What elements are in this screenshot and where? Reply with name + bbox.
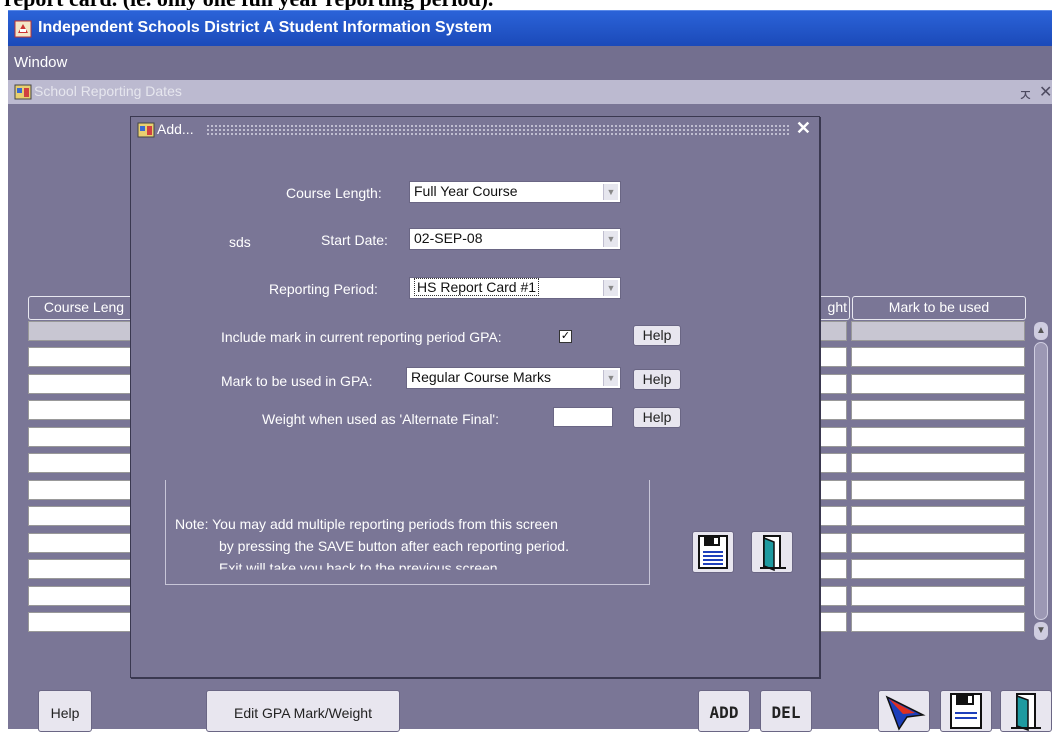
grid-scrollbar-thumb[interactable] xyxy=(1034,342,1048,620)
save-button-bottom[interactable] xyxy=(940,690,992,732)
sds-label: sds xyxy=(229,234,251,250)
scroll-up-icon[interactable]: ▲ xyxy=(1034,322,1048,340)
grid-cell[interactable] xyxy=(28,453,132,473)
grid-cell[interactable] xyxy=(851,374,1025,394)
dialog-titlebar: Add... ✕ xyxy=(131,117,819,143)
grid-cell[interactable] xyxy=(28,506,132,526)
reporting-period-value: HS Report Card #1 xyxy=(414,278,540,296)
reporting-period-label: Reporting Period: xyxy=(269,281,378,297)
grid-cell[interactable] xyxy=(818,453,847,473)
column-header-mark-used: Mark to be used xyxy=(852,296,1026,320)
course-length-value: Full Year Course xyxy=(414,183,518,199)
app-logo-icon xyxy=(14,20,32,38)
grid-cell[interactable] xyxy=(851,400,1025,420)
dialog-title: Add... xyxy=(157,121,194,137)
grid-cell[interactable] xyxy=(28,586,132,606)
grid-cell[interactable] xyxy=(851,612,1025,632)
column-header-course-length: Course Leng xyxy=(28,296,140,320)
note-line-1: Note: You may add multiple reporting per… xyxy=(175,516,558,532)
dialog-title-dots xyxy=(206,124,789,136)
grid-cell[interactable] xyxy=(818,347,847,367)
grid-cell[interactable] xyxy=(851,427,1025,447)
grid-cell[interactable] xyxy=(818,586,847,606)
mark-gpa-label: Mark to be used in GPA: xyxy=(221,373,373,389)
grid-cell[interactable] xyxy=(28,427,132,447)
grid-cell[interactable] xyxy=(28,559,132,579)
grid-cell[interactable] xyxy=(851,559,1025,579)
grid-cell[interactable] xyxy=(818,533,847,553)
grid-cell[interactable] xyxy=(818,400,847,420)
grid-cell[interactable] xyxy=(818,506,847,526)
grid-summary-cell xyxy=(851,321,1025,341)
help-button-mark-gpa[interactable]: Help xyxy=(633,369,681,390)
menubar: Window xyxy=(8,46,1052,80)
inner-window-title: School Reporting Dates xyxy=(34,83,182,99)
grid-cell[interactable] xyxy=(851,480,1025,500)
scroll-down-icon[interactable]: ▼ xyxy=(1034,622,1048,640)
grid-cell[interactable] xyxy=(851,533,1025,553)
grid-cell[interactable] xyxy=(851,453,1025,473)
edit-gpa-button[interactable]: Edit GPA Mark/Weight xyxy=(206,690,400,732)
chevron-down-icon[interactable]: ▼ xyxy=(603,280,618,296)
start-date-label: Start Date: xyxy=(321,232,388,248)
chevron-down-icon[interactable]: ▼ xyxy=(603,184,618,200)
include-mark-checkbox[interactable]: ✓ xyxy=(559,330,572,343)
dialog-close-icon[interactable]: ✕ xyxy=(796,118,811,139)
grid-summary-cell xyxy=(28,321,132,341)
grid-cell[interactable] xyxy=(851,586,1025,606)
grid-summary-cell xyxy=(818,321,847,341)
delete-button[interactable]: DEL xyxy=(760,690,812,732)
save-button[interactable] xyxy=(692,531,734,573)
app-titlebar: Independent Schools District A Student I… xyxy=(8,10,1052,47)
save-icon xyxy=(698,535,728,569)
mark-gpa-dropdown[interactable]: Regular Course Marks ▼ xyxy=(406,367,621,389)
app-title: Independent Schools District A Student I… xyxy=(38,19,492,36)
start-date-value: 02-SEP-08 xyxy=(414,230,483,246)
add-button[interactable]: ADD xyxy=(698,690,750,732)
add-dialog: Add... ✕ Course Length: Full Year Course… xyxy=(130,116,820,678)
reporting-period-dropdown[interactable]: HS Report Card #1 ▼ xyxy=(409,277,621,299)
grid-cell[interactable] xyxy=(851,347,1025,367)
grid-cell[interactable] xyxy=(28,400,132,420)
weight-input[interactable] xyxy=(553,407,613,427)
weight-label: Weight when used as 'Alternate Final': xyxy=(262,411,499,427)
window-icon xyxy=(137,122,155,138)
grid-cell[interactable] xyxy=(28,612,132,632)
help-button-weight[interactable]: Help xyxy=(633,407,681,428)
grid-cell[interactable] xyxy=(28,480,132,500)
grid-cell[interactable] xyxy=(818,612,847,632)
close-icon[interactable]: ✕ xyxy=(1039,82,1052,102)
exit-button[interactable] xyxy=(751,531,793,573)
note-line-2: by pressing the SAVE button after each r… xyxy=(219,538,569,554)
help-button-bottom[interactable]: Help xyxy=(38,690,92,732)
help-button-include-mark[interactable]: Help xyxy=(633,325,681,346)
window-icon xyxy=(14,84,32,100)
exit-button-bottom[interactable] xyxy=(1000,690,1052,732)
grid-cell[interactable] xyxy=(851,506,1025,526)
include-mark-label: Include mark in current reporting period… xyxy=(221,329,502,345)
restore-icon[interactable]: ㅈ xyxy=(1018,82,1033,106)
grid-cell[interactable] xyxy=(28,374,132,394)
select-button[interactable] xyxy=(878,690,930,732)
grid-cell[interactable] xyxy=(818,427,847,447)
chevron-down-icon[interactable]: ▼ xyxy=(603,231,618,247)
grid-cell[interactable] xyxy=(28,533,132,553)
grid-cell[interactable] xyxy=(818,374,847,394)
save-icon xyxy=(950,693,982,729)
menu-window[interactable]: Window xyxy=(14,54,67,71)
exit-door-icon xyxy=(1011,693,1041,732)
grid-cell[interactable] xyxy=(28,347,132,367)
grid-cell[interactable] xyxy=(818,480,847,500)
mark-gpa-value: Regular Course Marks xyxy=(411,369,552,385)
cursor-arrow-icon xyxy=(885,695,926,731)
exit-door-icon xyxy=(760,535,786,572)
chevron-down-icon[interactable]: ▼ xyxy=(603,370,618,386)
grid-cell[interactable] xyxy=(818,559,847,579)
start-date-dropdown[interactable]: 02-SEP-08 ▼ xyxy=(409,228,621,250)
inner-window-titlebar: School Reporting Dates ㅈ ✕ xyxy=(8,80,1052,106)
course-length-label: Course Length: xyxy=(286,185,382,201)
course-length-dropdown[interactable]: Full Year Course ▼ xyxy=(409,181,621,203)
